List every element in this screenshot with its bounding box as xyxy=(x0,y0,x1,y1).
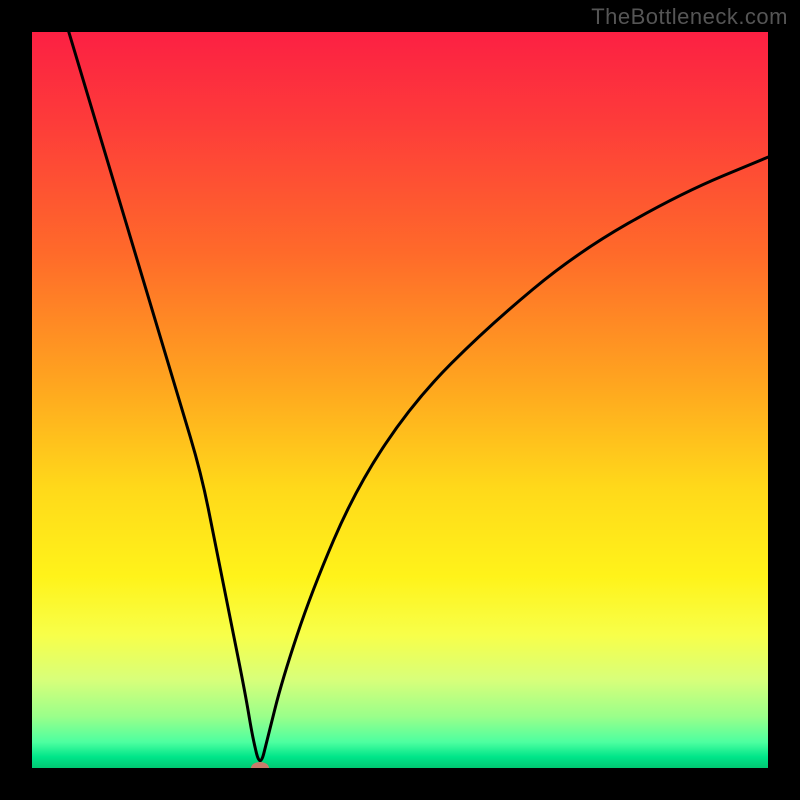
watermark-text: TheBottleneck.com xyxy=(591,4,788,30)
chart-frame: TheBottleneck.com xyxy=(0,0,800,800)
plot-area xyxy=(32,32,768,768)
bottleneck-curve xyxy=(32,32,768,768)
minimum-marker xyxy=(251,762,269,768)
